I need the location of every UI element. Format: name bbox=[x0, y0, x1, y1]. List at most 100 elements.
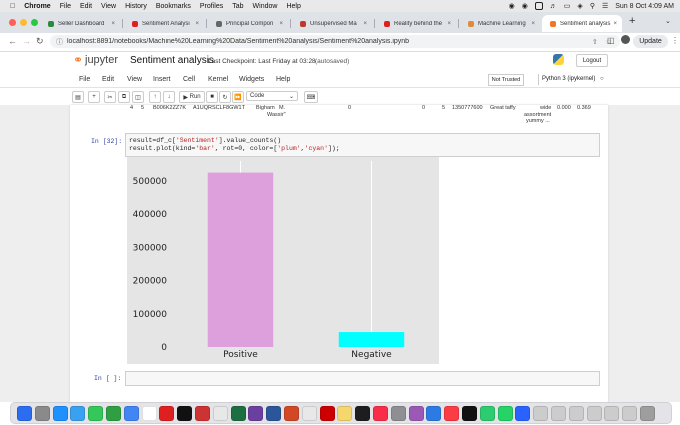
menu-help[interactable]: Help bbox=[286, 3, 300, 10]
jmenu-view[interactable]: View bbox=[127, 76, 142, 83]
more-menu-icon[interactable]: ⋮ bbox=[671, 36, 679, 45]
notebook-name[interactable]: Sentiment analysis bbox=[130, 55, 214, 66]
update-button[interactable]: Update bbox=[633, 35, 668, 48]
menu-profiles[interactable]: Profiles bbox=[200, 3, 223, 10]
paste-icon[interactable]: ◫ bbox=[132, 91, 144, 103]
url-text[interactable]: localhost:8891/notebooks/Machine%20Learn… bbox=[67, 38, 592, 45]
close-tab-icon[interactable]: × bbox=[613, 21, 617, 27]
podcasts-icon[interactable] bbox=[408, 406, 424, 421]
acrobat-icon[interactable] bbox=[319, 406, 335, 421]
tab-principal-component[interactable]: Principal Compon × bbox=[208, 15, 288, 32]
tab-seller-dashboard[interactable]: Seller Dashboard × bbox=[40, 15, 120, 32]
close-tab-icon[interactable]: × bbox=[447, 21, 451, 27]
empty-code-cell[interactable] bbox=[125, 371, 600, 386]
docs-icon[interactable] bbox=[515, 406, 531, 421]
books-icon[interactable] bbox=[444, 406, 460, 421]
calendar-icon[interactable] bbox=[212, 406, 228, 421]
code-cell-input[interactable]: result=df_c['Sentiment'].value_counts() … bbox=[125, 133, 600, 157]
stop-icon[interactable]: ■ bbox=[206, 91, 218, 103]
kernel-name[interactable]: Python 3 (ipykernel) bbox=[542, 76, 595, 82]
jupyter-logo[interactable]: jupyter bbox=[85, 54, 118, 66]
window-thumb-icon[interactable] bbox=[604, 406, 620, 421]
safari-icon[interactable] bbox=[52, 406, 68, 421]
info-icon[interactable]: ⓘ bbox=[56, 37, 63, 47]
profile-avatar[interactable] bbox=[621, 35, 630, 44]
menu-view[interactable]: View bbox=[101, 3, 116, 10]
run-button[interactable]: ▶ Run bbox=[179, 91, 205, 103]
onenote-icon[interactable] bbox=[248, 406, 264, 421]
forward-icon[interactable]: → bbox=[22, 36, 31, 46]
close-tab-icon[interactable]: × bbox=[279, 21, 283, 27]
jmenu-widgets[interactable]: Widgets bbox=[239, 76, 264, 83]
menu-edit[interactable]: Edit bbox=[80, 3, 92, 10]
tab-sentiment-analysis-active[interactable]: Sentiment analysis × bbox=[542, 15, 622, 32]
jmenu-insert[interactable]: Insert bbox=[153, 76, 171, 83]
move-up-icon[interactable]: ↑ bbox=[149, 91, 161, 103]
whatsapp-icon[interactable] bbox=[497, 406, 513, 421]
menu-tab[interactable]: Tab bbox=[232, 3, 243, 10]
sidebar-icon[interactable]: ◫ bbox=[607, 36, 615, 45]
volume-icon[interactable]: ♬ bbox=[550, 3, 557, 10]
excel-icon[interactable] bbox=[230, 406, 246, 421]
address-bar[interactable]: ⓘ localhost:8891/notebooks/Machine%20Lea… bbox=[50, 35, 620, 48]
minimize-window-button[interactable] bbox=[20, 19, 27, 26]
maps-icon[interactable] bbox=[88, 406, 104, 421]
window-thumb-icon[interactable] bbox=[622, 406, 638, 421]
trash-icon[interactable] bbox=[640, 406, 655, 421]
facetime-icon[interactable] bbox=[106, 406, 121, 421]
mail-icon[interactable] bbox=[70, 406, 86, 421]
notes-icon[interactable] bbox=[141, 406, 157, 421]
terminal-icon[interactable] bbox=[177, 406, 193, 421]
status-icon-1[interactable]: ◉ bbox=[509, 2, 515, 10]
menu-chrome[interactable]: Chrome bbox=[24, 3, 50, 10]
menu-file[interactable]: File bbox=[60, 3, 71, 10]
close-tab-icon[interactable]: × bbox=[111, 21, 115, 27]
music-icon[interactable] bbox=[373, 406, 388, 421]
photos-icon[interactable] bbox=[195, 406, 210, 421]
menu-bookmarks[interactable]: Bookmarks bbox=[156, 3, 191, 10]
jmenu-edit[interactable]: Edit bbox=[102, 76, 114, 83]
appstore-icon[interactable] bbox=[426, 406, 442, 421]
finder-icon[interactable] bbox=[17, 406, 32, 421]
reload-icon[interactable]: ↻ bbox=[36, 36, 44, 47]
jmenu-file[interactable]: File bbox=[79, 76, 90, 83]
move-down-icon[interactable]: ↓ bbox=[163, 91, 175, 103]
cell-type-select[interactable]: Code ⌄ bbox=[246, 91, 298, 101]
console-icon[interactable] bbox=[462, 406, 477, 421]
status-icon-3[interactable] bbox=[534, 2, 543, 10]
trusted-indicator[interactable]: Not Trusted bbox=[488, 74, 524, 86]
launchpad-icon[interactable] bbox=[34, 406, 50, 421]
jmenu-cell[interactable]: Cell bbox=[183, 76, 195, 83]
tab-reality-behind[interactable]: Reality behind the × bbox=[376, 15, 456, 32]
apple-icon[interactable]:  bbox=[10, 3, 15, 10]
restart-icon[interactable]: ↻ bbox=[219, 91, 231, 103]
keyboard-icon[interactable]: ⌨ bbox=[304, 91, 318, 103]
preview-icon[interactable] bbox=[301, 406, 317, 421]
menu-window[interactable]: Window bbox=[253, 3, 278, 10]
powerpoint-icon[interactable] bbox=[284, 406, 299, 421]
jmenu-help[interactable]: Help bbox=[276, 76, 290, 83]
tab-machine-learning[interactable]: Machine Learning × bbox=[460, 15, 540, 32]
stickies-icon[interactable] bbox=[337, 406, 353, 421]
zoom-window-button[interactable] bbox=[31, 19, 38, 26]
status-icon-2[interactable]: ◉ bbox=[522, 2, 528, 10]
control-center-icon[interactable]: ☰ bbox=[602, 2, 608, 10]
copy-icon[interactable]: ⧉ bbox=[118, 91, 130, 103]
tab-unsupervised[interactable]: Unsupervised Ma × bbox=[292, 15, 372, 32]
window-thumb-icon[interactable] bbox=[586, 406, 602, 421]
jupyter-logo-icon[interactable]: ⚭ bbox=[73, 53, 83, 67]
add-cell-icon[interactable]: + bbox=[88, 91, 100, 103]
search-icon[interactable]: ⚲ bbox=[590, 2, 595, 10]
tab-sentiment-analysis-video[interactable]: Sentiment Analysi × bbox=[124, 15, 204, 32]
clock[interactable]: Sun 8 Oct 4:09 AM bbox=[615, 3, 674, 10]
close-window-button[interactable] bbox=[9, 19, 16, 26]
share-icon[interactable]: ⇧ bbox=[592, 38, 598, 46]
restart-run-all-icon[interactable]: ⏩ bbox=[232, 91, 244, 103]
back-icon[interactable]: ← bbox=[8, 36, 17, 46]
new-tab-button[interactable]: + bbox=[629, 15, 635, 27]
window-thumb-icon[interactable] bbox=[551, 406, 566, 421]
close-tab-icon[interactable]: × bbox=[531, 21, 535, 27]
chrome-icon[interactable] bbox=[123, 406, 139, 421]
battery-icon[interactable]: ▭ bbox=[564, 2, 571, 10]
window-thumb-icon[interactable] bbox=[568, 406, 584, 421]
